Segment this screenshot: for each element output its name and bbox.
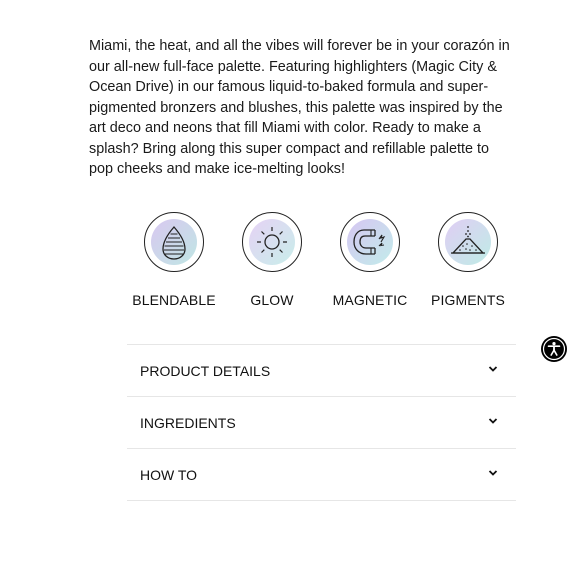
- chevron-down-icon: [488, 470, 498, 476]
- powder-pile-icon: [451, 226, 485, 254]
- feature-label: GLOW: [250, 292, 294, 308]
- feature-icons-row: BLENDABLE GLOW MAGNETIC PIGMENTS: [124, 208, 514, 318]
- accordion-label: INGREDIENTS: [140, 415, 236, 431]
- accessibility-button[interactable]: [541, 336, 567, 362]
- sun-icon: [257, 227, 287, 257]
- feature-blendable: BLENDABLE: [124, 208, 224, 308]
- product-accordion: PRODUCT DETAILS INGREDIENTS HOW TO: [127, 344, 516, 501]
- feature-badge: [242, 212, 302, 272]
- feature-label: BLENDABLE: [132, 292, 216, 308]
- product-description: Miami, the heat, and all the vibes will …: [89, 38, 510, 178]
- feature-magnetic: MAGNETIC: [320, 208, 420, 308]
- feature-label: PIGMENTS: [431, 292, 505, 308]
- feature-pigments: PIGMENTS: [418, 208, 518, 308]
- sponge-icon: [162, 226, 186, 260]
- feature-badge: [144, 212, 204, 272]
- accordion-ingredients[interactable]: INGREDIENTS: [127, 397, 516, 449]
- accordion-label: HOW TO: [140, 467, 198, 483]
- accordion-product-details[interactable]: PRODUCT DETAILS: [127, 345, 516, 397]
- feature-label: MAGNETIC: [332, 292, 408, 308]
- accessibility-icon: [542, 337, 566, 361]
- feature-badge: [340, 212, 400, 272]
- accordion-how-to[interactable]: HOW TO: [127, 449, 516, 501]
- accordion-label: PRODUCT DETAILS: [140, 363, 271, 379]
- feature-glow: GLOW: [222, 208, 322, 308]
- magnet-icon: [353, 229, 386, 255]
- chevron-down-icon: [488, 418, 498, 424]
- chevron-down-icon: [488, 366, 498, 372]
- feature-badge: [438, 212, 498, 272]
